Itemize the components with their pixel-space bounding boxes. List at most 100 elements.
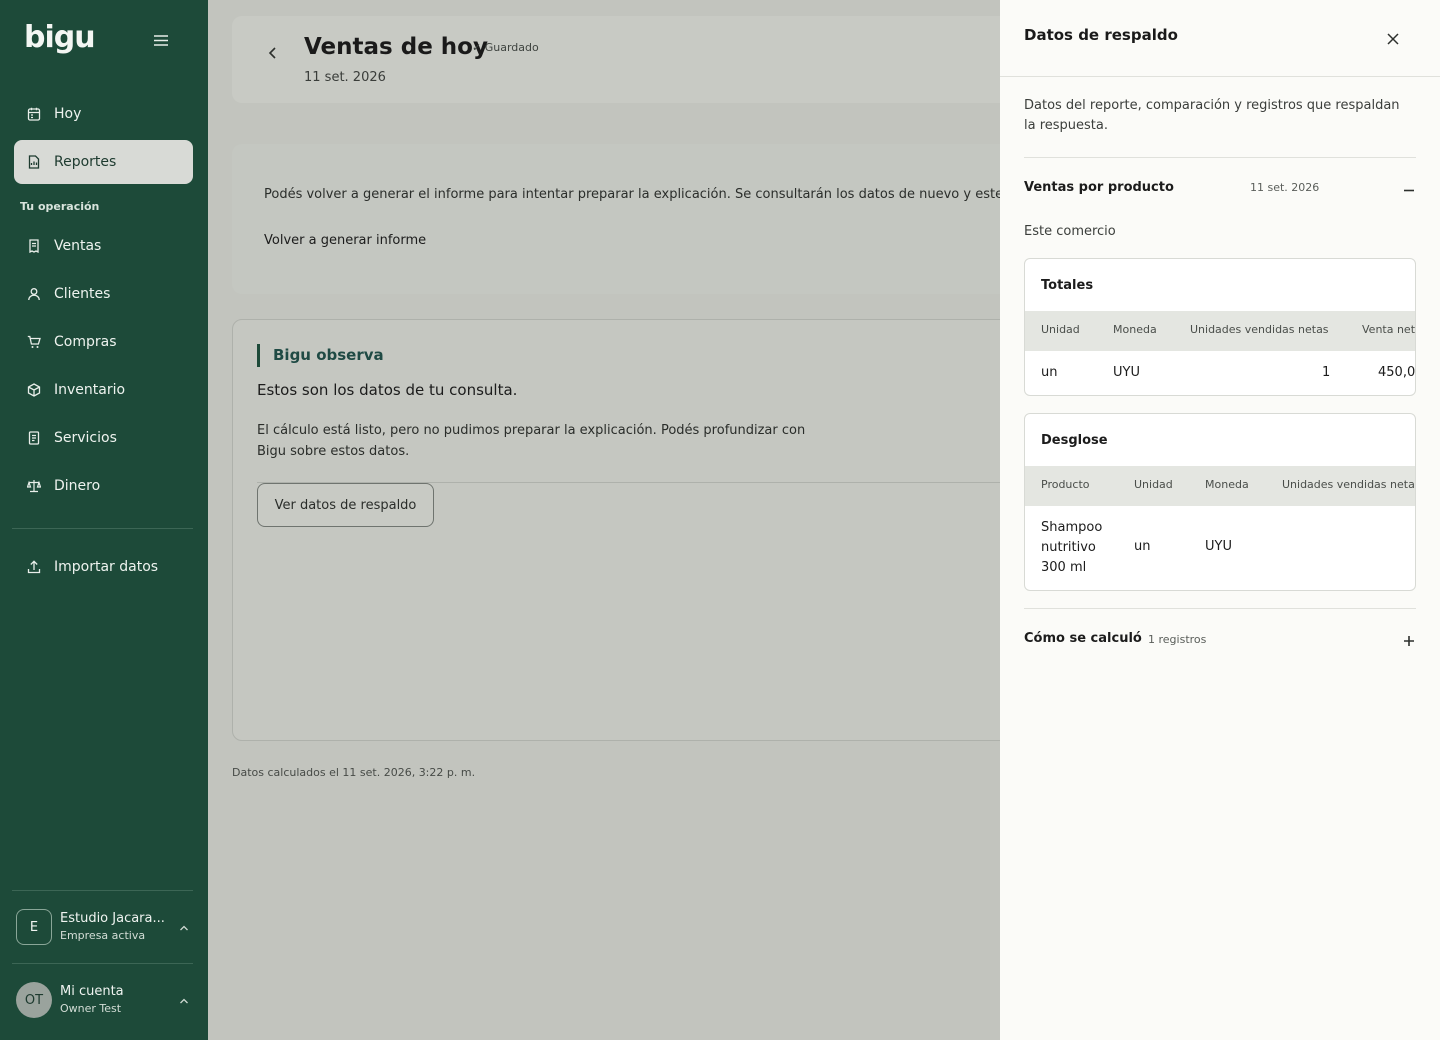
table-cell: un	[1134, 539, 1151, 554]
column-header: Moneda	[1113, 323, 1157, 336]
cart-icon	[26, 334, 42, 350]
document-icon	[26, 430, 42, 446]
table-row: un UYU 1 450,0	[1025, 350, 1416, 395]
chevron-up-icon	[178, 992, 190, 1011]
check-icon: ✓	[472, 41, 485, 54]
drawer-intro: Datos del reporte, comparación y registr…	[1024, 98, 1400, 133]
company-avatar: E	[16, 909, 52, 945]
hamburger-menu-icon[interactable]	[152, 31, 170, 49]
user-icon	[26, 286, 42, 302]
table-cell: UYU	[1113, 365, 1140, 380]
observation-title: Bigu observa	[273, 346, 384, 364]
sidebar-item-clientes[interactable]: Clientes	[14, 272, 193, 316]
scope-label: Este comercio	[1024, 224, 1116, 239]
sidebar-item-hoy[interactable]: Hoy	[14, 92, 193, 136]
calculation-section-title[interactable]: Cómo se calculó	[1024, 631, 1142, 646]
saved-label: Guardado	[484, 41, 539, 54]
table-title: Totales	[1041, 277, 1094, 293]
close-icon[interactable]	[1384, 30, 1402, 48]
expand-icon[interactable]	[1402, 633, 1416, 647]
sidebar: bigu Hoy Reportes Tu operación Ventas Cl…	[0, 0, 208, 1040]
collapse-icon[interactable]	[1402, 182, 1416, 196]
avatar: OT	[16, 982, 52, 1018]
box-icon	[26, 382, 42, 398]
receipt-icon	[26, 238, 42, 254]
column-header: Venta net	[1362, 323, 1416, 336]
column-header: Unidades vendidas netas	[1190, 323, 1329, 336]
regenerate-button[interactable]: Volver a generar informe	[264, 233, 426, 248]
table-title: Desglose	[1041, 432, 1108, 448]
sidebar-item-label: Reportes	[54, 154, 117, 170]
calendar-icon	[26, 106, 42, 122]
section-label: Tu operación	[20, 200, 100, 213]
view-backup-data-button[interactable]: Ver datos de respaldo	[257, 483, 434, 527]
report-icon	[26, 154, 42, 170]
table-cell: UYU	[1205, 539, 1232, 554]
back-arrow-icon[interactable]	[264, 44, 282, 62]
backup-data-drawer: Datos de respaldo Datos del reporte, com…	[1000, 0, 1440, 1040]
table-cell: 450,0	[1378, 365, 1416, 380]
regenerate-card: Podés volver a generar el informe para i…	[232, 144, 1027, 294]
saved-status: ✓ Guardado	[472, 41, 539, 54]
sidebar-item-inventario[interactable]: Inventario	[14, 368, 193, 412]
observation-card: Bigu observa Estos son los datos de tu c…	[232, 319, 1023, 741]
product-name-line: 300 ml	[1041, 560, 1087, 575]
report-header: Ventas de hoy ✓ Guardado 11 set. 2026	[232, 16, 1022, 103]
sidebar-divider	[12, 890, 193, 891]
records-count: 1 registros	[1148, 633, 1207, 646]
totals-table: Totales Unidad Moneda Unidades vendidas …	[1024, 258, 1416, 396]
column-header: Unidad	[1041, 323, 1080, 336]
sidebar-divider	[12, 963, 193, 964]
sidebar-item-label: Ventas	[54, 238, 102, 254]
account-title: Mi cuenta	[60, 984, 124, 999]
table-header: Unidad Moneda Unidades vendidas netas Ve…	[1025, 311, 1415, 350]
divider	[1000, 76, 1440, 77]
company-status: Empresa activa	[60, 929, 146, 942]
account-user: Owner Test	[60, 1002, 122, 1015]
breakdown-table: Desglose Producto Unidad Moneda Unidades…	[1024, 413, 1416, 591]
product-name-line: Shampoo	[1041, 520, 1103, 535]
upload-icon	[26, 559, 42, 575]
account-menu[interactable]: OT Mi cuenta Owner Test	[16, 980, 196, 1020]
section-date: 11 set. 2026	[1250, 181, 1320, 194]
chevron-up-icon	[178, 919, 190, 938]
sidebar-item-label: Importar datos	[54, 559, 159, 575]
section-title[interactable]: Ventas por producto	[1024, 180, 1174, 195]
report-date: 11 set. 2026	[304, 70, 386, 85]
sidebar-item-importar[interactable]: Importar datos	[14, 545, 193, 589]
sidebar-item-servicios[interactable]: Servicios	[14, 416, 193, 460]
sidebar-item-label: Servicios	[54, 430, 117, 446]
accent-bar	[257, 344, 260, 367]
sidebar-item-label: Dinero	[54, 478, 101, 494]
table-cell: un	[1041, 365, 1058, 380]
page-title: Ventas de hoy	[304, 34, 488, 60]
observation-body: El cálculo está listo, pero no pudimos p…	[257, 423, 806, 459]
sidebar-item-compras[interactable]: Compras	[14, 320, 193, 364]
table-cell: 1	[1322, 365, 1331, 380]
sidebar-item-label: Clientes	[54, 286, 111, 302]
divider	[1024, 608, 1416, 609]
regenerate-message: Podés volver a generar el informe para i…	[264, 187, 1028, 202]
column-header: Unidades vendidas neta	[1282, 478, 1415, 491]
column-header: Moneda	[1205, 478, 1249, 491]
product-cell: Shampoo nutritivo 300 ml	[1041, 518, 1102, 578]
table-row: Shampoo nutritivo 300 ml un UYU	[1025, 505, 1415, 590]
column-header: Producto	[1041, 478, 1090, 491]
sidebar-item-dinero[interactable]: Dinero	[14, 464, 193, 508]
brand-logo[interactable]: bigu	[24, 20, 96, 55]
sidebar-item-label: Inventario	[54, 382, 126, 398]
scale-icon	[26, 478, 42, 494]
observation-lead: Estos son los datos de tu consulta.	[257, 381, 518, 399]
table-header: Producto Unidad Moneda Unidades vendidas…	[1025, 466, 1415, 505]
sidebar-item-label: Compras	[54, 334, 117, 350]
sidebar-item-ventas[interactable]: Ventas	[14, 224, 193, 268]
product-name-line: nutritivo	[1041, 540, 1096, 555]
drawer-title: Datos de respaldo	[1024, 26, 1178, 44]
divider	[1024, 157, 1416, 158]
company-switcher[interactable]: E Estudio Jacara... Empresa activa	[16, 907, 196, 947]
sidebar-item-reportes[interactable]: Reportes	[14, 140, 193, 184]
column-header: Unidad	[1134, 478, 1173, 491]
sidebar-divider	[12, 528, 193, 529]
calculated-timestamp: Datos calculados el 11 set. 2026, 3:22 p…	[232, 766, 476, 779]
sidebar-item-label: Hoy	[54, 106, 82, 122]
